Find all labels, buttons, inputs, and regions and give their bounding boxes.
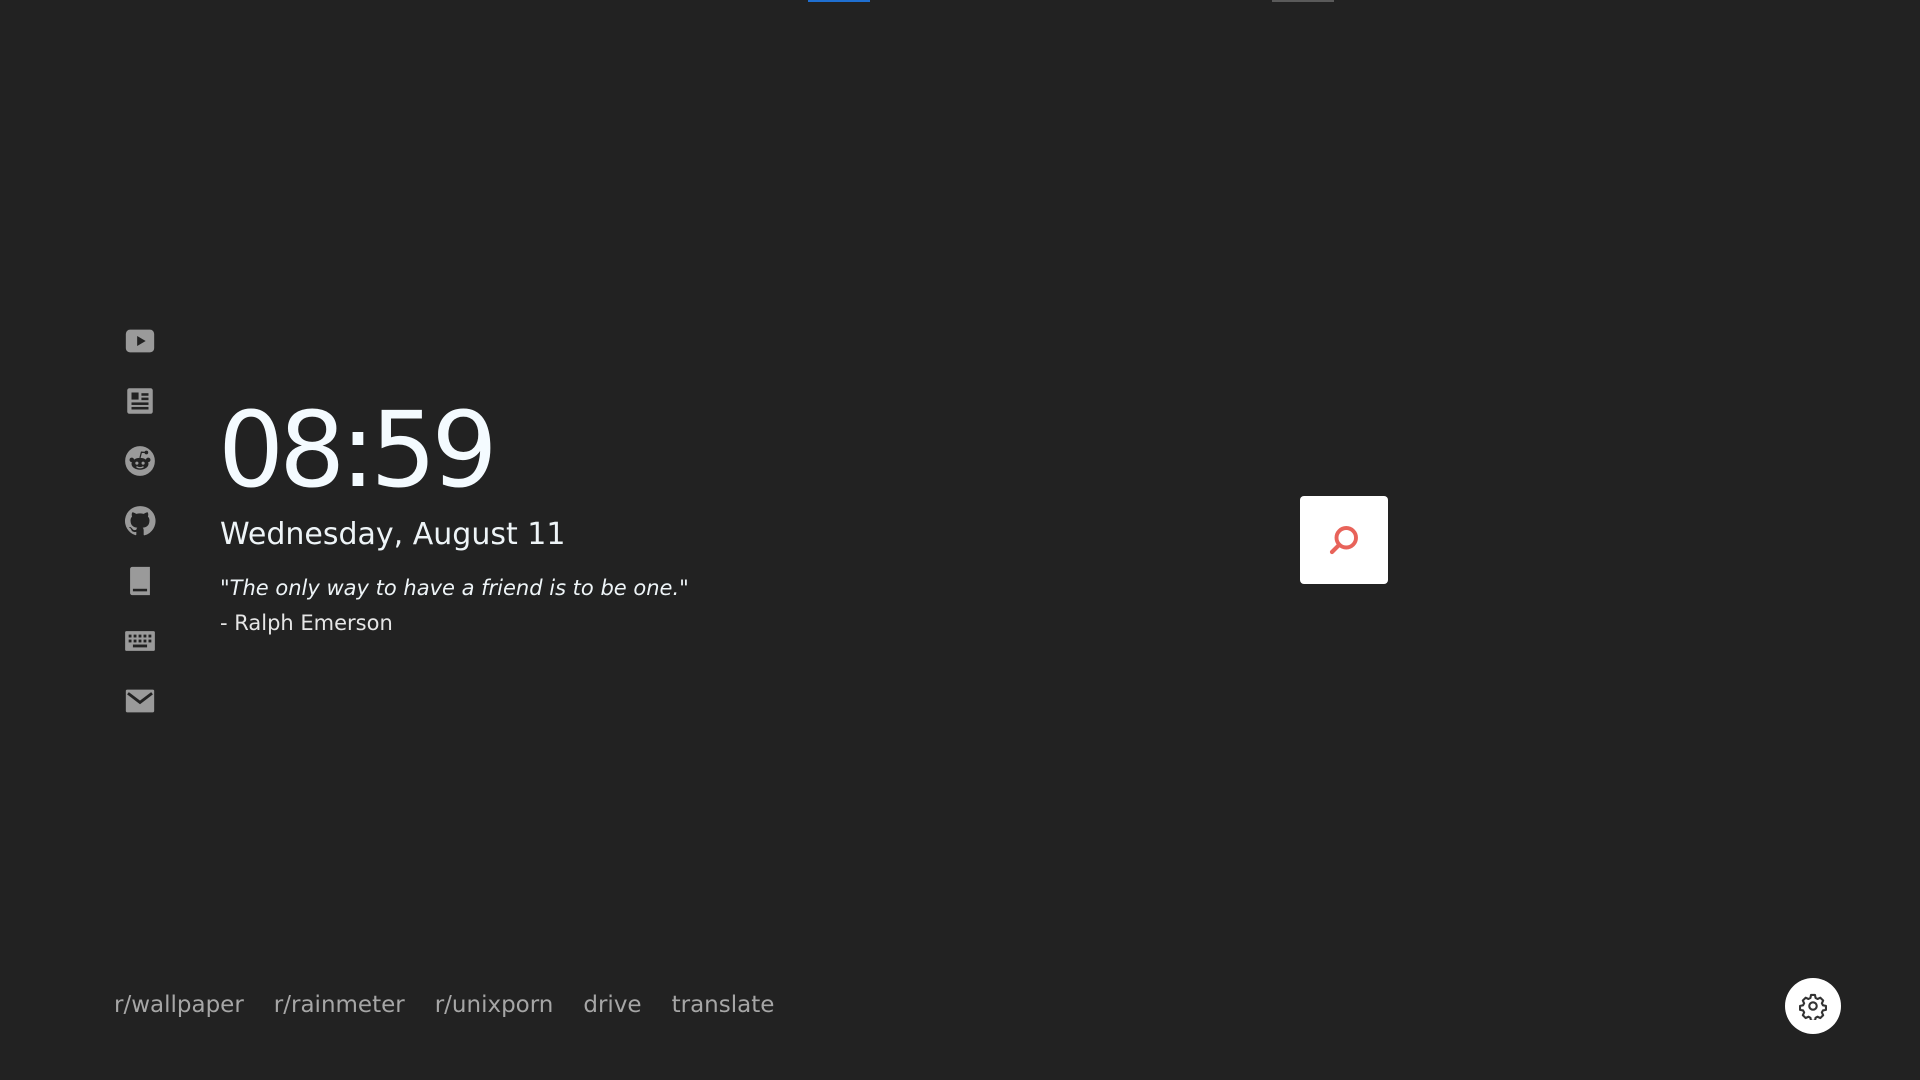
quote-author: - Ralph Emerson xyxy=(220,611,393,635)
startpage: 08:59 Wednesday, August 11 "The only way… xyxy=(0,0,1920,1080)
link-unixporn[interactable]: r/unixporn xyxy=(435,992,554,1018)
link-wallpaper[interactable]: r/wallpaper xyxy=(114,992,244,1018)
settings-button[interactable] xyxy=(1785,978,1841,1034)
link-rainmeter[interactable]: r/rainmeter xyxy=(274,992,405,1018)
top-accent-gray xyxy=(1272,0,1334,2)
quote-text: "The only way to have a friend is to be … xyxy=(220,576,689,600)
link-translate[interactable]: translate xyxy=(672,992,775,1018)
sidebar-item-youtube[interactable] xyxy=(120,324,160,358)
sidebar-item-mail[interactable] xyxy=(120,684,160,718)
github-icon xyxy=(124,506,156,536)
keyboard-icon xyxy=(125,631,155,651)
mail-icon xyxy=(125,689,155,713)
top-accent-blue xyxy=(808,0,870,2)
book-icon xyxy=(130,566,150,596)
search-button[interactable] xyxy=(1300,496,1388,584)
sidebar-item-reddit[interactable] xyxy=(120,444,160,478)
reddit-icon xyxy=(125,446,155,476)
sidebar-item-github[interactable] xyxy=(120,504,160,538)
link-drive[interactable]: drive xyxy=(583,992,641,1018)
sidebar-item-news[interactable] xyxy=(120,384,160,418)
date-display: Wednesday, August 11 xyxy=(220,517,566,552)
news-icon xyxy=(127,388,153,414)
sidebar-item-book[interactable] xyxy=(120,564,160,598)
youtube-icon xyxy=(125,329,155,353)
quick-links: r/wallpaper r/rainmeter r/unixporn drive… xyxy=(114,992,774,1018)
clock-time: 08:59 xyxy=(218,389,498,511)
gear-icon xyxy=(1799,993,1827,1020)
search-icon xyxy=(1329,526,1358,555)
sidebar-item-keyboard[interactable] xyxy=(120,624,160,658)
sidebar xyxy=(120,324,160,718)
